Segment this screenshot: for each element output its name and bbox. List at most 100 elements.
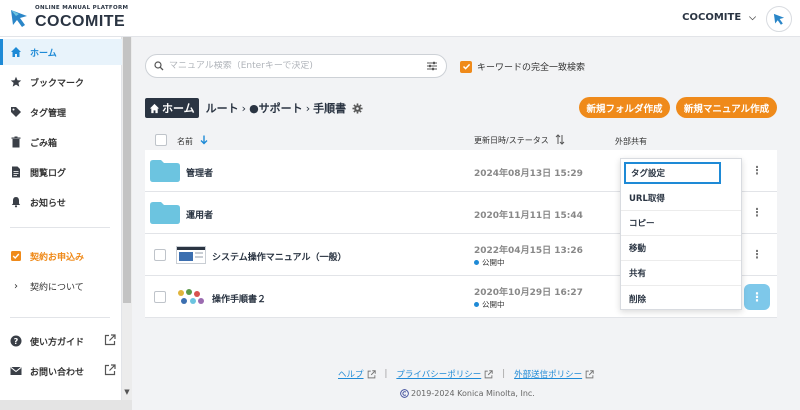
sidebar-item-label: ブックマーク [30, 78, 85, 89]
manual-thumbnail [176, 246, 206, 264]
gear-icon[interactable] [352, 102, 363, 114]
help-icon: ? [10, 335, 22, 347]
column-header-name[interactable]: 名前 [177, 136, 193, 147]
sidebar-divider [10, 227, 110, 228]
sidebar-item-bookmark[interactable]: ブックマーク [0, 69, 122, 95]
scroll-down-arrow-icon[interactable]: ▼ [122, 387, 132, 397]
footer-link-external-policy[interactable]: 外部送信ポリシー [514, 368, 582, 380]
bell-icon [10, 196, 22, 208]
folder-icon [150, 160, 180, 182]
row-updated: 2024年08月13日 15:29 [474, 169, 583, 179]
status-label: 公開中 [482, 258, 505, 267]
exact-match-label: キーワードの完全一致検索 [477, 63, 586, 73]
search-icon [154, 61, 164, 71]
log-icon [10, 166, 22, 178]
status-badge: 公開中 [474, 257, 505, 268]
chevron-down-icon: ⌵ [749, 12, 756, 23]
manual-thumbnail [176, 288, 206, 306]
filter-settings-icon[interactable] [426, 60, 438, 72]
select-all-checkbox[interactable] [155, 134, 167, 146]
footer-link-privacy[interactable]: プライバシーポリシー [396, 368, 481, 380]
row-name[interactable]: 管理者 [186, 166, 213, 179]
row-checkbox[interactable] [154, 291, 166, 303]
avatar[interactable] [766, 6, 792, 32]
sidebar-item-label: 閲覧ログ [30, 168, 67, 179]
copyright: 2019-2024 Konica Minolta, Inc. [400, 389, 535, 398]
sort-toggle-icon[interactable] [555, 134, 565, 145]
sidebar-scrollbar-thumb[interactable] [123, 37, 131, 303]
column-header-updated[interactable]: 更新日時/ステータス [474, 135, 549, 146]
tag-icon [10, 106, 22, 118]
context-menu: タグ設定 URL取得 コピー 移動 共有 削除 [620, 158, 742, 310]
more-options-active-button[interactable]: ⋮ [744, 284, 770, 310]
sidebar-item-view-log[interactable]: 閲覧ログ [0, 159, 122, 185]
exact-match-checkbox[interactable] [460, 60, 472, 73]
trash-icon [10, 136, 22, 148]
search-box[interactable] [145, 54, 447, 78]
sidebar-item-tags[interactable]: タグ管理 [0, 99, 122, 125]
sidebar-item-notifications[interactable]: お知らせ [0, 189, 122, 215]
sidebar-item-label: 使い方ガイド [30, 337, 85, 348]
sidebar-item-contract-apply[interactable]: 契約お申込み [0, 243, 122, 269]
breadcrumb-separator: › [305, 101, 311, 115]
exact-match-option[interactable]: キーワードの完全一致検索 [460, 60, 585, 73]
footer-link-help[interactable]: ヘルプ [338, 368, 364, 380]
breadcrumb: ホーム ルート › ●サポート › 手順書 [145, 98, 363, 118]
menu-item-share[interactable]: 共有 [621, 261, 741, 286]
brand-subtitle: ONLINE MANUAL PLATFORM [35, 5, 129, 11]
menu-item-move[interactable]: 移動 [621, 236, 741, 261]
horizontal-scrollbar[interactable] [0, 400, 132, 410]
app-header: ONLINE MANUAL PLATFORM COCOMITE COCOMITE… [0, 0, 800, 37]
column-header-share: 外部共有 [615, 137, 647, 146]
copyright-icon [400, 389, 409, 398]
row-updated: 2020年10月29日 16:27 [474, 288, 583, 298]
star-icon [10, 76, 22, 88]
footer-separator: | [384, 369, 388, 379]
search-input[interactable] [169, 61, 427, 71]
sidebar-item-label: タグ管理 [30, 108, 67, 119]
external-link-icon [367, 369, 376, 378]
row-name[interactable]: 運用者 [186, 208, 213, 221]
svg-text:?: ? [14, 337, 19, 346]
user-menu[interactable]: COCOMITE ⌵ [682, 12, 756, 23]
sidebar-item-label: お知らせ [30, 198, 66, 209]
new-manual-button[interactable]: 新規マニュアル作成 [676, 97, 777, 118]
more-options-icon[interactable]: ⋮ [751, 206, 763, 220]
sidebar-item-home[interactable]: ホーム [0, 39, 122, 65]
home-icon [10, 46, 22, 58]
breadcrumb-current: 手順書 [313, 102, 347, 115]
more-options-icon[interactable]: ⋮ [751, 164, 763, 178]
row-name[interactable]: 操作手順書２ [212, 292, 266, 305]
breadcrumb-home-label: ホーム [162, 102, 195, 115]
breadcrumb-home[interactable]: ホーム [145, 98, 199, 118]
status-dot [474, 260, 479, 265]
copyright-text: 2019-2024 Konica Minolta, Inc. [411, 389, 535, 398]
sidebar-item-label: 契約について [30, 282, 84, 293]
sidebar-item-contact[interactable]: お問い合わせ [0, 358, 122, 384]
sidebar-item-guide[interactable]: ? 使い方ガイド [0, 328, 122, 354]
sidebar: ホーム ブックマーク タグ管理 ごみ箱 閲覧ログ お知らせ 契約お申込み › 契… [0, 37, 122, 410]
sort-arrow-down-icon[interactable] [200, 135, 208, 145]
status-label: 公開中 [482, 300, 505, 309]
menu-item-copy[interactable]: コピー [621, 211, 741, 236]
menu-item-delete[interactable]: 削除 [621, 286, 741, 311]
sidebar-item-label: ホーム [30, 48, 57, 59]
mail-icon [10, 365, 22, 377]
breadcrumb-separator: › [241, 101, 247, 115]
chevron-right-icon: › [14, 280, 18, 292]
sidebar-item-contract-info[interactable]: › 契約について [0, 273, 122, 299]
sidebar-divider [10, 317, 110, 318]
footer-separator: | [502, 369, 506, 379]
sidebar-item-trash[interactable]: ごみ箱 [0, 129, 122, 155]
more-options-icon[interactable]: ⋮ [751, 248, 763, 262]
menu-item-tag-settings[interactable]: タグ設定 [624, 162, 721, 184]
row-name[interactable]: システム操作マニュアル（一般） [212, 250, 346, 263]
new-folder-button[interactable]: 新規フォルダ作成 [579, 97, 670, 118]
menu-item-get-url[interactable]: URL取得 [621, 186, 741, 211]
external-link-icon [484, 369, 493, 378]
external-link-icon [104, 364, 116, 379]
brand-logo[interactable]: ONLINE MANUAL PLATFORM COCOMITE [8, 5, 129, 30]
row-checkbox[interactable] [154, 249, 166, 261]
breadcrumb-item[interactable]: ●サポート [249, 100, 303, 116]
breadcrumb-item[interactable]: ルート [206, 100, 239, 116]
